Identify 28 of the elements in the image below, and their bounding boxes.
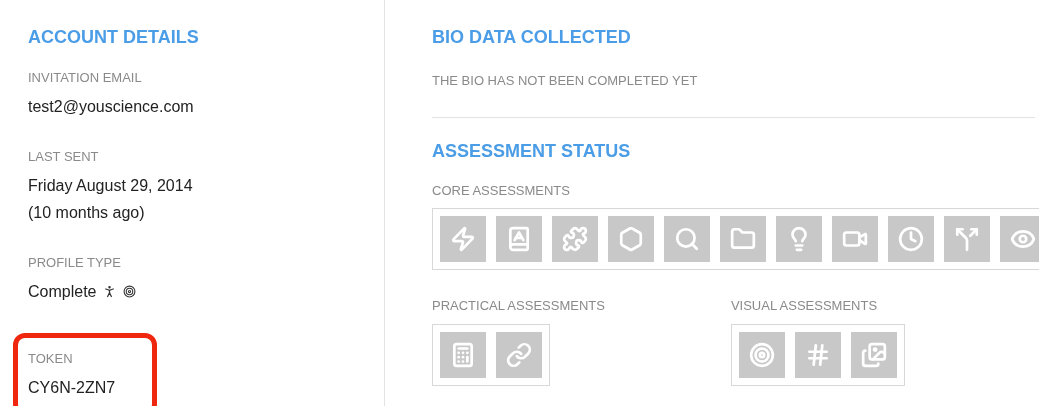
search-icon[interactable] <box>674 226 700 252</box>
field-value: Complete <box>28 282 97 302</box>
field-value: CY6N-2ZN7 <box>28 378 116 398</box>
section-heading: ASSESSMENT STATUS <box>432 139 632 163</box>
clock-icon[interactable] <box>898 226 924 252</box>
puzzle-icon[interactable] <box>562 226 588 252</box>
field-label: INVITATION EMAIL <box>28 69 143 87</box>
group-label: VISUAL ASSESSMENTS <box>730 297 879 315</box>
chain-link-icon[interactable] <box>506 341 532 368</box>
section-heading: BIO DATA COLLECTED <box>432 26 632 49</box>
target-icon[interactable] <box>748 341 775 368</box>
section-heading: ACCOUNT DETAILS <box>28 26 200 49</box>
images-icon[interactable] <box>860 341 887 368</box>
field-value: test2@youscience.com <box>28 97 194 117</box>
group-label: CORE ASSESSMENTS <box>432 181 571 200</box>
folder-icon[interactable] <box>730 226 756 252</box>
hexagon-icon[interactable] <box>618 226 644 252</box>
bio-status-text: THE BIO HAS NOT BEEN COMPLETED YET <box>432 71 1035 118</box>
target-icon <box>123 285 137 298</box>
group-label: PRACTICAL ASSESSMENTS <box>432 297 605 315</box>
field-label: TOKEN <box>28 350 74 368</box>
lightning-icon[interactable] <box>450 226 476 252</box>
split-arrow-icon[interactable] <box>954 226 980 252</box>
field-value: (10 months ago) <box>28 203 145 223</box>
letter-book-icon[interactable] <box>506 226 532 252</box>
field-value: Friday August 29, 2014 <box>28 176 193 196</box>
field-label: PROFILE TYPE <box>28 254 122 272</box>
field-label: LAST SENT <box>28 148 100 166</box>
